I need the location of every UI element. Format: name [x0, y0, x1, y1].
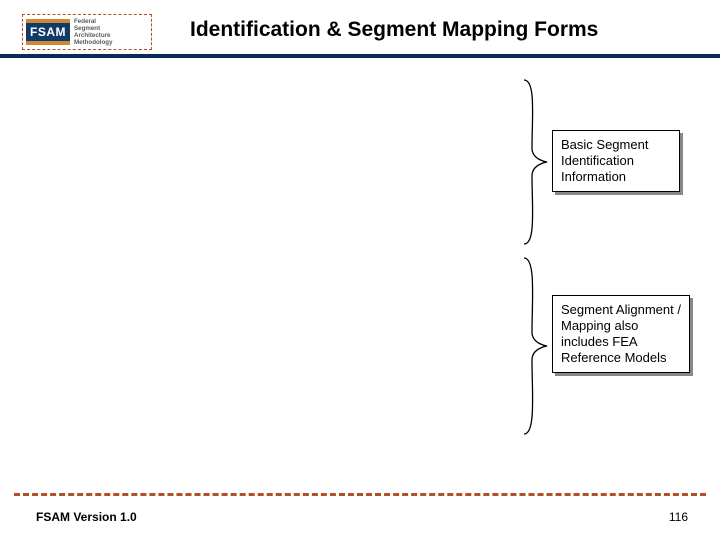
callout-box-alignment: Segment Alignment / Mapping also include…: [552, 295, 690, 373]
footer-divider: [14, 493, 706, 496]
callout-box-basic-info: Basic Segment Identification Information: [552, 130, 680, 192]
slide-header: FSAM Federal Segment Architecture Method…: [0, 0, 720, 60]
fsam-logo: FSAM Federal Segment Architecture Method…: [22, 14, 152, 50]
footer-version: FSAM Version 1.0: [36, 510, 137, 524]
content-area: Basic Segment Identification Information…: [0, 60, 720, 500]
brace-icon: [520, 78, 550, 246]
logo-subtext: Federal Segment Architecture Methodology: [74, 18, 113, 46]
brace-icon: [520, 256, 550, 436]
footer-page-number: 116: [669, 510, 688, 524]
callout-text: Segment Alignment / Mapping also include…: [561, 302, 681, 365]
header-divider: [0, 54, 720, 58]
logo-mark: FSAM: [26, 19, 70, 45]
callout-text: Basic Segment Identification Information: [561, 137, 648, 184]
page-title: Identification & Segment Mapping Forms: [190, 18, 598, 42]
